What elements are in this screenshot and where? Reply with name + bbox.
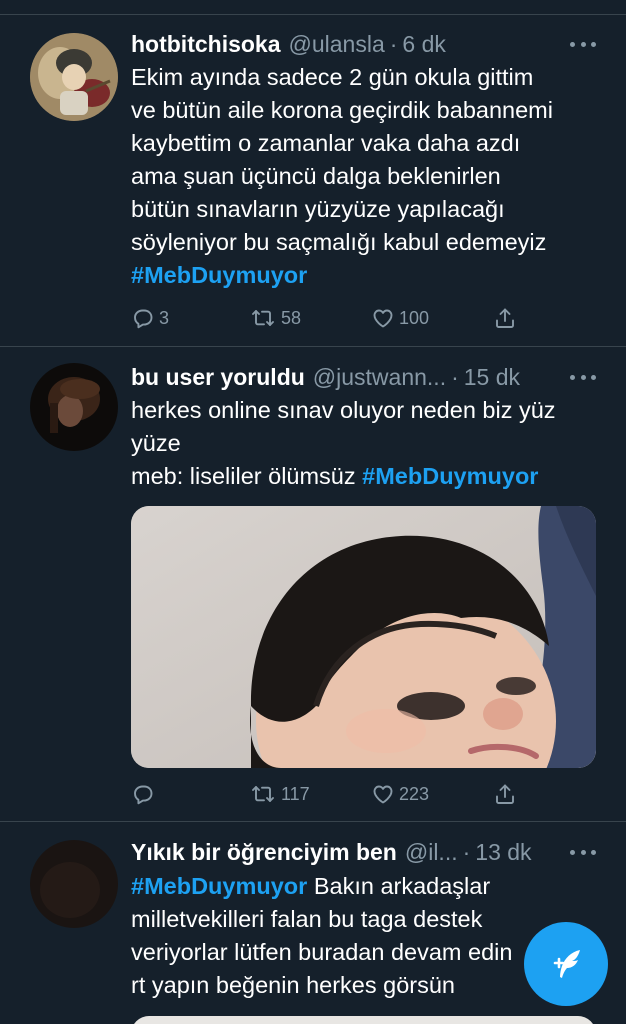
tweet-text-line: Ekim ayında sadece 2 gün okula gittim xyxy=(131,64,534,90)
tweet-actions: 3 58 100 xyxy=(131,303,521,333)
separator-dot: · xyxy=(389,30,398,57)
reply-button[interactable] xyxy=(131,779,159,809)
user-handle[interactable]: @il... xyxy=(405,839,458,866)
tweet[interactable]: hotbitchisoka @ulansla · 6 dk Ekim ayınd… xyxy=(0,0,626,346)
tweet-text-line: ve bütün aile korona geçirdik babannemi xyxy=(131,97,553,123)
avatar[interactable] xyxy=(30,33,118,121)
share-icon xyxy=(496,784,514,804)
tweet-text-line: Bakın arkadaşlar xyxy=(307,873,491,899)
hashtag-link[interactable]: #MebDuymuyor xyxy=(131,873,307,899)
timestamp[interactable]: 13 dk xyxy=(475,839,531,866)
tweet-header: bu user yoruldu @justwann... · 15 dk xyxy=(131,362,596,392)
share-icon xyxy=(496,308,514,328)
more-icon[interactable] xyxy=(570,841,596,863)
separator-dot: · xyxy=(462,838,471,865)
compose-tweet-icon xyxy=(553,950,580,978)
tweet-actions: 117 223 xyxy=(131,779,521,809)
retweet-button[interactable]: 58 xyxy=(249,303,301,333)
tweet-text-line: herkes online sınav oluyor neden biz yüz xyxy=(131,397,556,423)
reply-count: 3 xyxy=(159,307,170,328)
reply-icon xyxy=(134,309,153,329)
retweet-count: 58 xyxy=(281,307,302,328)
avatar[interactable] xyxy=(30,840,118,928)
tweet-image[interactable] xyxy=(131,506,596,768)
heart-icon xyxy=(373,309,393,328)
share-button[interactable] xyxy=(493,779,517,809)
tweet-text-line: bütün sınavların yüzyüze yapılacağı xyxy=(131,196,505,222)
heart-icon xyxy=(373,785,393,804)
like-count: 100 xyxy=(399,307,430,328)
share-button[interactable] xyxy=(493,303,517,333)
tweet-image-preview[interactable] xyxy=(131,1016,596,1024)
display-name[interactable]: bu user yoruldu xyxy=(131,364,305,391)
like-button[interactable]: 100 xyxy=(371,303,429,333)
tweet-header: Yıkık bir öğrenciyim ben @il... · 13 dk xyxy=(131,837,596,867)
retweet-count: 117 xyxy=(281,783,310,804)
tweet-text-line: yüze xyxy=(131,430,181,456)
tweet[interactable]: bu user yoruldu @justwann... · 15 dk her… xyxy=(0,347,626,821)
retweet-icon xyxy=(252,310,274,326)
display-name[interactable]: Yıkık bir öğrenciyim ben xyxy=(131,839,397,866)
tweet-text-line: meb: liseliler ölümsüz xyxy=(131,463,363,489)
tweet-text-line: milletvekilleri falan bu taga destek xyxy=(131,906,483,932)
compose-tweet-button[interactable] xyxy=(524,922,608,1006)
timestamp[interactable]: 6 dk xyxy=(402,31,445,58)
user-handle[interactable]: @justwann... xyxy=(313,364,446,391)
user-handle[interactable]: @ulansla xyxy=(289,31,385,58)
tweet-text: herkes online sınav oluyor neden biz yüz… xyxy=(131,394,602,493)
display-name[interactable]: hotbitchisoka xyxy=(131,31,281,58)
hashtag-link[interactable]: #MebDuymuyor xyxy=(362,463,538,489)
reply-icon xyxy=(134,785,153,805)
hashtag-link[interactable]: #MebDuymuyor xyxy=(131,262,307,288)
tweet-text-line: ama şuan üçüncü dalga beklenirlen xyxy=(131,163,501,189)
tweet-text-line: söyleniyor bu saçmalığı kabul edemeyiz xyxy=(131,229,547,255)
retweet-button[interactable]: 117 xyxy=(249,779,310,809)
more-icon[interactable] xyxy=(570,366,596,388)
more-icon[interactable] xyxy=(570,33,596,55)
tweet-text-line: kaybettim o zamanlar vaka daha azdı xyxy=(131,130,521,156)
tweet-text: Ekim ayında sadece 2 gün okula gittim ve… xyxy=(131,61,602,292)
avatar[interactable] xyxy=(30,363,118,451)
separator-dot: · xyxy=(451,363,459,390)
like-button[interactable]: 223 xyxy=(371,779,429,809)
like-count: 223 xyxy=(399,783,430,804)
timestamp[interactable]: 15 dk xyxy=(464,364,520,391)
retweet-icon xyxy=(252,786,274,802)
tweet[interactable]: Yıkık bir öğrenciyim ben @il... · 13 dk … xyxy=(0,822,626,1024)
tweet-header: hotbitchisoka @ulansla · 6 dk xyxy=(131,29,596,59)
reply-button[interactable]: 3 xyxy=(131,303,169,333)
